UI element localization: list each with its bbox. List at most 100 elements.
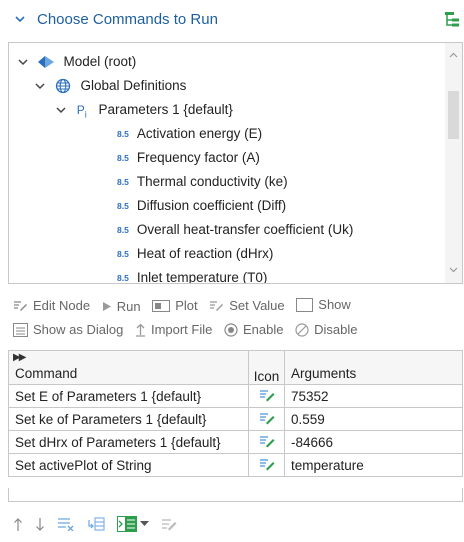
table-row[interactable]: Set ke of Parameters 1 {default} 0.559 xyxy=(8,407,463,431)
set-value-icon xyxy=(259,458,274,470)
import-file-button[interactable]: Import File xyxy=(135,319,212,341)
edit-settings-icon[interactable] xyxy=(161,517,177,531)
move-up-icon[interactable] xyxy=(13,517,23,532)
set-value-icon xyxy=(210,301,224,311)
parameter-icon: 8.5 xyxy=(117,273,129,284)
expand-icon[interactable] xyxy=(55,104,67,116)
show-as-dialog-label: Show as Dialog xyxy=(33,322,124,337)
tree-item-label: Thermal conductivity (ke) xyxy=(136,174,288,189)
command-table[interactable]: ▶▶ Command Icon Arguments Set E of Parame… xyxy=(8,350,463,477)
arguments-cell[interactable]: temperature xyxy=(284,453,463,477)
command-header-label: Command xyxy=(15,366,78,381)
show-checkbox-icon xyxy=(296,298,314,312)
icon-cell[interactable] xyxy=(248,453,285,477)
tree-item-label: Model (root) xyxy=(63,54,137,69)
table-header-row: ▶▶ Command Icon Arguments xyxy=(8,350,463,385)
arguments-cell[interactable]: 75352 xyxy=(284,384,463,408)
tree-item-label: Inlet temperature (T0) xyxy=(136,270,268,284)
icon-cell[interactable] xyxy=(248,407,285,431)
command-cell[interactable]: Set activePlot of String xyxy=(8,453,249,477)
tree-item-model[interactable]: Model (root) xyxy=(17,50,136,74)
command-column-header[interactable]: ▶▶ Command xyxy=(8,350,249,385)
model-tree[interactable]: Model (root) Global Definitions Pi Param… xyxy=(8,42,463,284)
tree-item-parameter[interactable]: 8.5 Inlet temperature (T0) xyxy=(117,266,268,284)
parameters-icon: Pi xyxy=(76,103,87,120)
tree-item-parameters[interactable]: Pi Parameters 1 {default} xyxy=(55,98,233,122)
parameter-icon: 8.5 xyxy=(117,153,129,164)
edit-node-label: Edit Node xyxy=(33,297,91,313)
set-value-icon xyxy=(259,435,274,447)
set-value-icon xyxy=(259,412,274,424)
disable-label: Disable xyxy=(314,322,358,337)
disable-icon xyxy=(295,323,309,337)
tree-item-parameter[interactable]: 8.5 Diffusion coefficient (Diff) xyxy=(117,194,286,218)
scroll-down-icon[interactable] xyxy=(449,265,458,274)
tree-scrollbar[interactable] xyxy=(445,43,462,283)
move-to-first-icon[interactable]: ▶▶ xyxy=(13,352,26,363)
tree-item-label: Frequency factor (A) xyxy=(136,150,260,165)
section-header[interactable]: Choose Commands to Run xyxy=(0,0,464,42)
set-value-icon xyxy=(259,389,274,401)
table-row[interactable]: Set activePlot of String temperature xyxy=(8,453,463,477)
expand-icon[interactable] xyxy=(17,56,29,68)
tree-item-global-definitions[interactable]: Global Definitions xyxy=(34,74,186,98)
enable-label: Enable xyxy=(242,322,284,337)
scrollbar-thumb[interactable] xyxy=(448,91,459,139)
icon-cell[interactable] xyxy=(248,384,285,408)
command-cell[interactable]: Set E of Parameters 1 {default} xyxy=(8,384,249,408)
set-value-button[interactable]: Set Value xyxy=(209,295,285,317)
model-icon xyxy=(37,56,54,69)
run-button[interactable]: Run xyxy=(102,296,141,318)
globe-icon xyxy=(55,79,70,94)
parameter-icon: 8.5 xyxy=(117,249,129,260)
command-toolbar-row-2: Show as Dialog Import File Enable Disabl… xyxy=(13,319,365,341)
import-file-label: Import File xyxy=(150,322,213,337)
run-icon xyxy=(102,302,111,311)
enable-button[interactable]: Enable xyxy=(224,319,283,341)
chevron-down-icon[interactable] xyxy=(13,12,27,26)
delete-rows-icon[interactable] xyxy=(57,517,75,531)
table-row[interactable]: Set dHrx of Parameters 1 {default} -8466… xyxy=(8,430,463,454)
plot-label: Plot xyxy=(175,298,198,313)
section-title: Choose Commands to Run xyxy=(37,11,218,28)
dialog-icon xyxy=(13,323,28,337)
command-cell[interactable]: Set dHrx of Parameters 1 {default} xyxy=(8,430,249,454)
parameter-icon: 8.5 xyxy=(117,177,129,188)
run-label: Run xyxy=(116,298,141,314)
tree-item-parameter[interactable]: 8.5 Activation energy (E) xyxy=(117,122,262,146)
table-toolbar xyxy=(13,514,189,534)
show-button[interactable]: Show xyxy=(296,294,351,316)
parameter-icon: 8.5 xyxy=(117,201,129,212)
parameter-icon: 8.5 xyxy=(117,225,129,236)
show-as-dialog-button[interactable]: Show as Dialog xyxy=(13,319,123,341)
tree-item-parameter[interactable]: 8.5 Frequency factor (A) xyxy=(117,146,260,170)
tree-settings-icon[interactable] xyxy=(442,10,462,30)
tree-item-parameter[interactable]: 8.5 Thermal conductivity (ke) xyxy=(117,170,288,194)
arguments-column-header[interactable]: Arguments xyxy=(284,350,463,385)
parameter-icon: 8.5 xyxy=(117,129,129,140)
arguments-cell[interactable]: 0.559 xyxy=(284,407,463,431)
icon-column-header[interactable]: Icon xyxy=(248,350,285,385)
expand-icon[interactable] xyxy=(34,80,46,92)
tree-item-label: Diffusion coefficient (Diff) xyxy=(136,198,287,213)
table-empty-area xyxy=(8,488,463,502)
plot-icon xyxy=(152,300,171,312)
disable-button[interactable]: Disable xyxy=(295,319,357,341)
move-down-icon[interactable] xyxy=(35,517,45,532)
add-command-menu[interactable] xyxy=(117,516,149,532)
plot-button[interactable]: Plot xyxy=(152,295,198,317)
edit-node-button[interactable]: Edit Node xyxy=(13,295,90,317)
insert-row-icon[interactable] xyxy=(87,517,105,531)
enable-icon xyxy=(224,323,238,337)
icon-cell[interactable] xyxy=(248,430,285,454)
tree-item-parameter[interactable]: 8.5 Heat of reaction (dHrx) xyxy=(117,242,273,266)
command-cell[interactable]: Set ke of Parameters 1 {default} xyxy=(8,407,249,431)
table-row[interactable]: Set E of Parameters 1 {default} 75352 xyxy=(8,384,463,408)
edit-node-icon xyxy=(14,301,27,311)
arguments-cell[interactable]: -84666 xyxy=(284,430,463,454)
command-toolbar-row-1: Edit Node Run Plot Set Value Show xyxy=(13,294,359,316)
tree-item-parameter[interactable]: 8.5 Overall heat-transfer coefficient (Uk… xyxy=(117,218,353,242)
scroll-up-icon[interactable] xyxy=(449,51,458,60)
tree-item-label: Global Definitions xyxy=(80,78,187,93)
arguments-header-label: Arguments xyxy=(291,366,357,381)
